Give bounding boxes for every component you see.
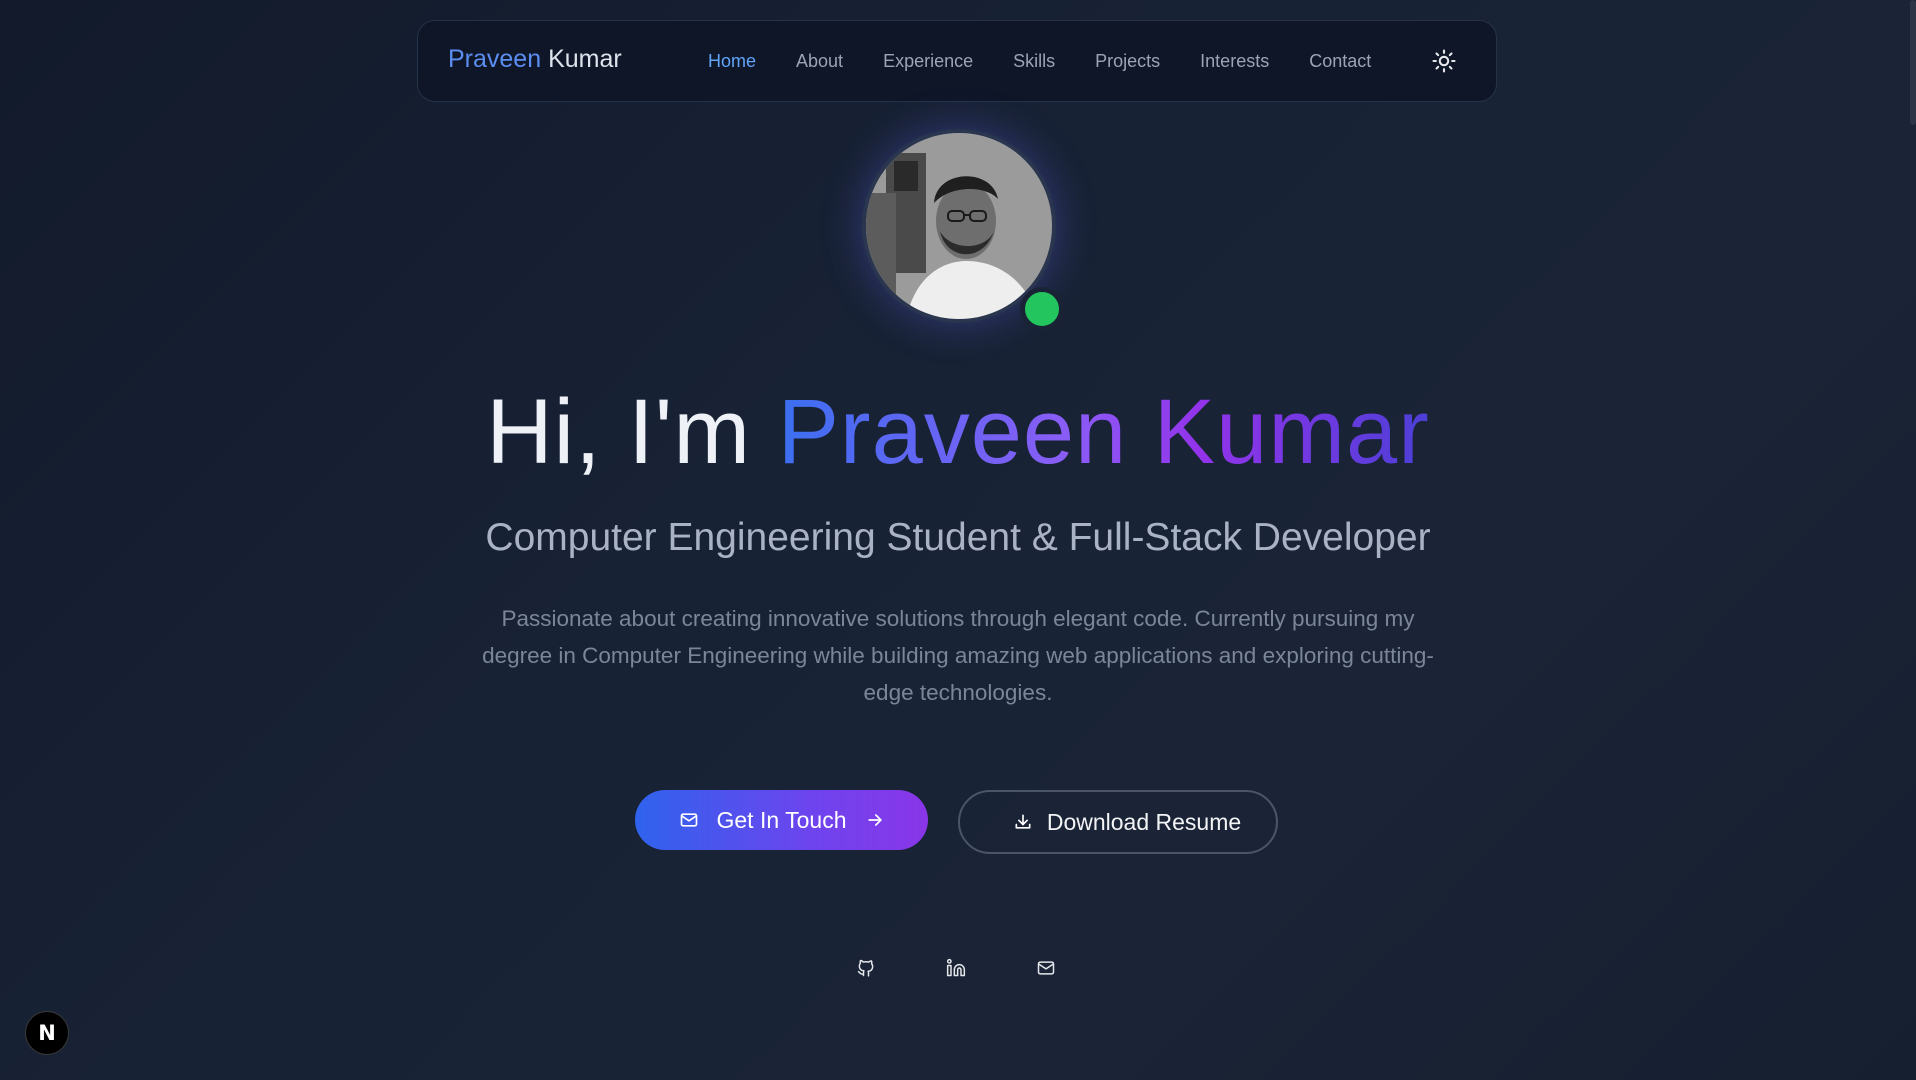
nextjs-badge[interactable]: N xyxy=(25,1011,69,1055)
profile-avatar-wrapper xyxy=(862,129,1064,331)
sun-icon xyxy=(1432,49,1456,73)
github-link[interactable] xyxy=(850,952,882,984)
hero-subtitle: Computer Engineering Student & Full-Stac… xyxy=(485,516,1431,559)
nav-link-about[interactable]: About xyxy=(796,51,843,72)
nav-links: Home About Experience Skills Projects In… xyxy=(708,51,1411,72)
navbar: Praveen Kumar Home About Experience Skil… xyxy=(417,20,1497,102)
download-resume-label: Download Resume xyxy=(1046,808,1242,835)
nav-link-skills[interactable]: Skills xyxy=(1013,51,1055,72)
brand-first-name: Praveen xyxy=(448,45,542,73)
nav-link-projects[interactable]: Projects xyxy=(1095,51,1160,72)
hero-description: Passionate about creating innovative sol… xyxy=(482,606,1434,705)
mail-icon xyxy=(679,810,699,830)
github-icon xyxy=(857,959,874,977)
brand-logo[interactable]: Praveen Kumar xyxy=(448,45,622,74)
get-in-touch-label: Get In Touch xyxy=(716,806,847,833)
nav-link-interests[interactable]: Interests xyxy=(1200,51,1269,72)
online-status-indicator xyxy=(1020,287,1064,331)
download-icon xyxy=(1013,812,1033,832)
brand-last-name: Kumar xyxy=(548,45,622,73)
email-link[interactable] xyxy=(1030,952,1062,984)
hero-greeting: Hi, I'm xyxy=(486,381,751,483)
theme-toggle-button[interactable] xyxy=(1430,47,1458,75)
page-scrollbar[interactable] xyxy=(1908,0,1916,1080)
get-in-touch-button[interactable]: Get In Touch xyxy=(635,790,928,850)
download-resume-button[interactable]: Download Resume xyxy=(958,790,1278,854)
nav-link-experience[interactable]: Experience xyxy=(883,51,973,72)
linkedin-icon xyxy=(946,958,966,977)
scrollbar-thumb[interactable] xyxy=(1910,0,1916,125)
nav-link-contact[interactable]: Contact xyxy=(1309,51,1371,72)
arrow-right-icon xyxy=(865,810,885,830)
hero-headline: Hi, I'm Praveen Kumar xyxy=(0,380,1916,485)
social-links xyxy=(850,952,1120,984)
hero-name: Praveen Kumar xyxy=(777,381,1430,483)
mail-icon xyxy=(1037,961,1055,975)
nav-link-home[interactable]: Home xyxy=(708,51,756,72)
profile-photo xyxy=(866,133,1052,319)
linkedin-link[interactable] xyxy=(940,952,972,984)
